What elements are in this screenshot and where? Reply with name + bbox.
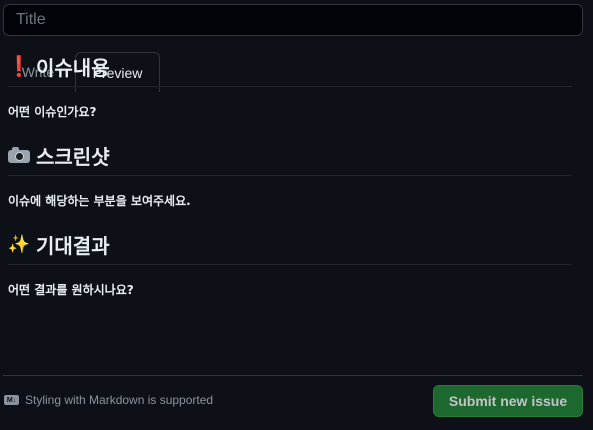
section-body: 어떤 이슈인가요?: [8, 105, 97, 119]
sparkles-icon: ✨: [7, 233, 31, 255]
section-heading: 스크린샷: [8, 141, 572, 176]
exclamation-icon: ❗: [6, 54, 32, 78]
heading-text: 기대결과: [36, 233, 110, 258]
camera-icon: [8, 147, 30, 163]
title-input[interactable]: [3, 4, 583, 36]
markdown-icon: M↓: [4, 395, 19, 405]
heading-text: 스크린샷: [36, 144, 110, 169]
section-body: 이슈에 해당하는 부분을 보여주세요.: [8, 194, 191, 208]
submit-new-issue-button[interactable]: Submit new issue: [433, 385, 583, 417]
footer-divider: [3, 375, 583, 376]
preview-content: ❗ 이슈내용 어떤 이슈인가요? 스크린샷 이슈에 해당하는 부분을 보여주세요…: [6, 52, 572, 319]
section-heading: ✨ 기대결과: [8, 230, 572, 265]
heading-text: 이슈내용: [36, 55, 110, 80]
section-body: 어떤 결과를 원하시나요?: [8, 283, 134, 297]
section-heading: ❗ 이슈내용: [6, 52, 572, 87]
markdown-note[interactable]: M↓ Styling with Markdown is supported: [4, 393, 213, 407]
markdown-note-text: Styling with Markdown is supported: [25, 393, 214, 407]
